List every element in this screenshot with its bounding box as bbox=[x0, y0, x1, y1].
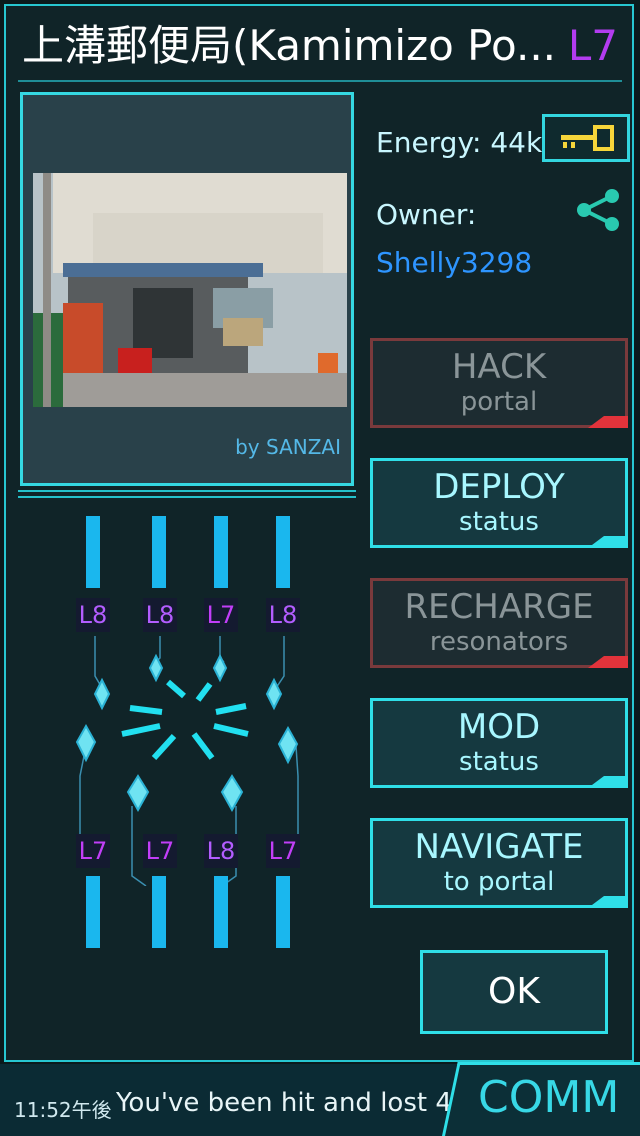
portal-title: 上溝郵便局(Kamimizo Po... bbox=[22, 21, 557, 70]
resonator-level-top-4[interactable]: L8 bbox=[266, 598, 300, 632]
resonator-bar-bottom-4 bbox=[276, 876, 290, 948]
owner-name-link[interactable]: Shelly3298 bbox=[376, 246, 532, 279]
resonator-bar-bottom-3 bbox=[214, 876, 228, 948]
key-icon bbox=[561, 125, 614, 151]
resonator-bar-top-1 bbox=[86, 516, 100, 588]
navigate-to-portal-button[interactable]: NAVIGATE to portal bbox=[370, 818, 628, 908]
resonator-level-bottom-1[interactable]: L7 bbox=[76, 834, 110, 868]
resonator-bar-bottom-1 bbox=[86, 876, 100, 948]
owner-label: Owner: bbox=[376, 198, 477, 231]
photo-underline bbox=[18, 490, 356, 492]
resonator-level-bottom-3[interactable]: L8 bbox=[204, 834, 238, 868]
deploy-sublabel: status bbox=[459, 507, 539, 537]
resonator-bar-top-4 bbox=[276, 516, 290, 588]
recharge-sublabel: resonators bbox=[429, 627, 569, 657]
ok-button[interactable]: OK bbox=[420, 950, 608, 1034]
deploy-label: DEPLOY bbox=[433, 467, 565, 507]
comm-timestamp: 11:52午後 bbox=[14, 1098, 112, 1122]
recharge-label: RECHARGE bbox=[404, 587, 594, 627]
deploy-status-button[interactable]: DEPLOY status bbox=[370, 458, 628, 548]
recharge-resonators-button[interactable]: RECHARGE resonators bbox=[370, 578, 628, 668]
hack-label: HACK bbox=[451, 347, 547, 387]
portal-level: L7 bbox=[567, 21, 618, 70]
resonator-level-top-1[interactable]: L8 bbox=[76, 598, 110, 632]
key-button[interactable] bbox=[542, 114, 630, 162]
navigate-label: NAVIGATE bbox=[414, 827, 584, 867]
portal-photo-frame[interactable]: by SANZAI bbox=[20, 92, 354, 486]
share-icon[interactable] bbox=[574, 188, 622, 232]
resonator-level-top-2[interactable]: L8 bbox=[143, 598, 177, 632]
resonator-bar-top-2 bbox=[152, 516, 166, 588]
navigate-sublabel: to portal bbox=[443, 867, 555, 897]
resonator-level-bottom-2[interactable]: L7 bbox=[143, 834, 177, 868]
mod-status-button[interactable]: MOD status bbox=[370, 698, 628, 788]
mod-label: MOD bbox=[457, 707, 541, 747]
portal-photo[interactable] bbox=[33, 173, 347, 407]
photo-underline-2 bbox=[18, 496, 356, 498]
resonator-level-bottom-4[interactable]: L7 bbox=[266, 834, 300, 868]
energy-value: Energy: 44k bbox=[376, 126, 543, 159]
mod-sublabel: status bbox=[459, 747, 539, 777]
comm-tab-label[interactable]: COMM bbox=[478, 1072, 619, 1123]
resonator-level-top-3[interactable]: L7 bbox=[204, 598, 238, 632]
hack-portal-button[interactable]: HACK portal bbox=[370, 338, 628, 428]
resonator-bar-bottom-2 bbox=[152, 876, 166, 948]
resonator-bar-top-3 bbox=[214, 516, 228, 588]
title-divider bbox=[18, 80, 622, 82]
photo-credit: by SANZAI bbox=[235, 435, 341, 459]
hack-sublabel: portal bbox=[460, 387, 538, 417]
